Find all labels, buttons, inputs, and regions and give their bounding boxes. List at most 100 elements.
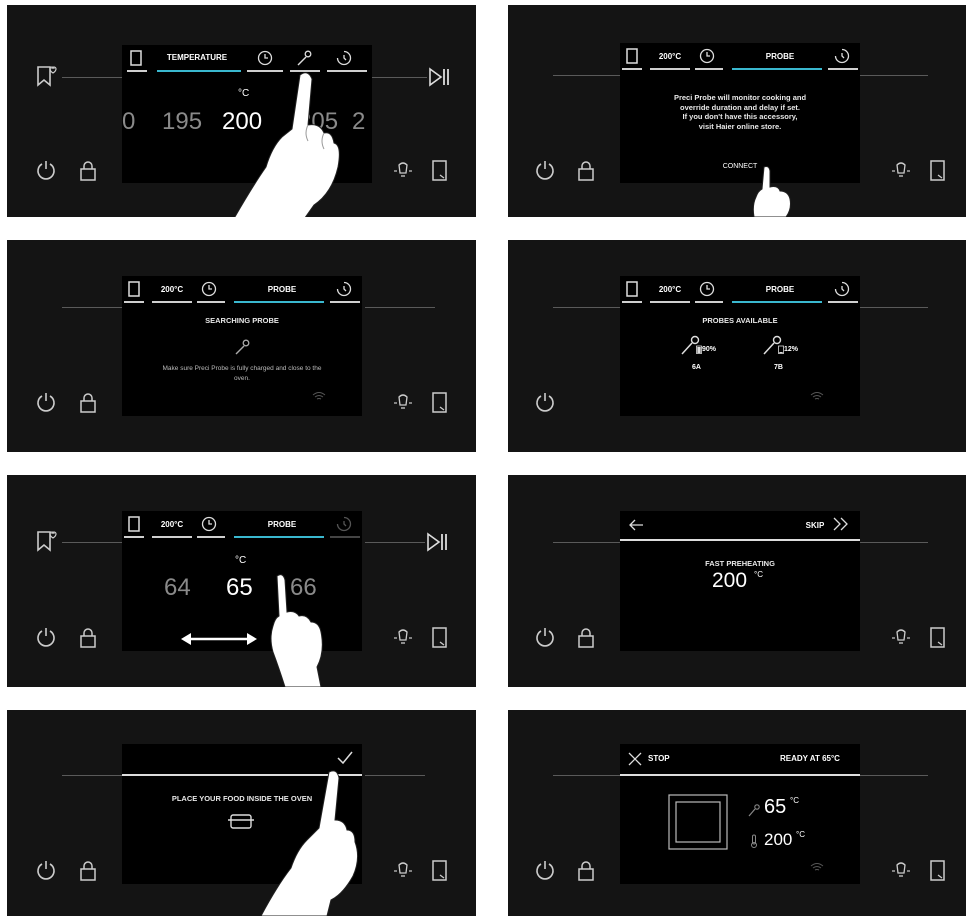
tab-underline-active <box>732 301 822 303</box>
lamp-icon[interactable] <box>393 628 413 648</box>
clock-icon[interactable] <box>257 50 273 66</box>
lamp-icon[interactable] <box>891 161 911 181</box>
unit-label: °C <box>754 570 763 579</box>
tab-probe[interactable]: PROBE <box>740 52 820 61</box>
door-icon[interactable] <box>929 160 947 182</box>
tab-underline <box>695 68 723 70</box>
thermometer-icon <box>750 834 758 848</box>
lamp-icon[interactable] <box>891 861 911 881</box>
door-icon[interactable] <box>431 160 449 182</box>
door-icon[interactable] <box>431 392 449 414</box>
probe-temp-option[interactable]: 64 <box>164 574 191 602</box>
power-icon[interactable] <box>535 627 555 647</box>
lock-icon[interactable] <box>79 161 97 181</box>
oven-icon[interactable] <box>626 48 638 64</box>
tab-probe[interactable]: PROBE <box>242 285 322 294</box>
lamp-icon[interactable] <box>891 628 911 648</box>
check-icon[interactable] <box>336 750 354 766</box>
power-icon[interactable] <box>36 392 56 412</box>
probes-title: PROBES AVAILABLE <box>702 316 778 325</box>
panel-probe-target: 200°C PROBE °C 64 65 66 <box>7 475 476 687</box>
skip-icon[interactable] <box>832 517 850 531</box>
wifi-icon <box>810 862 824 872</box>
clock-icon[interactable] <box>201 516 217 532</box>
wifi-icon <box>810 391 824 401</box>
door-icon[interactable] <box>431 860 449 882</box>
divider-line <box>858 542 928 543</box>
oven-icon[interactable] <box>128 281 140 297</box>
lamp-icon[interactable] <box>393 161 413 181</box>
divider-line <box>365 775 425 776</box>
bookmark-heart-icon[interactable] <box>35 530 57 552</box>
lock-icon[interactable] <box>79 628 97 648</box>
close-icon[interactable] <box>628 752 642 766</box>
lamp-icon[interactable] <box>393 861 413 881</box>
tab-temperature[interactable]: 200°C <box>152 285 192 294</box>
lock-icon[interactable] <box>577 161 595 181</box>
power-icon[interactable] <box>36 860 56 880</box>
lock-icon[interactable] <box>79 861 97 881</box>
lock-icon[interactable] <box>79 393 97 413</box>
panel-probe-connect: 200°C PROBE Preci Probe will monitor coo… <box>508 5 966 217</box>
temp-option[interactable]: 2 <box>352 108 365 136</box>
temp-option[interactable]: 0 <box>122 108 135 136</box>
preheat-title: FAST PREHEATING <box>705 559 775 568</box>
temp-option[interactable]: 195 <box>162 108 202 136</box>
power-icon[interactable] <box>535 860 555 880</box>
play-pause-icon[interactable] <box>425 530 449 554</box>
tab-temperature[interactable]: 200°C <box>152 520 192 529</box>
oven-icon[interactable] <box>128 516 140 532</box>
tab-temperature[interactable]: 200°C <box>650 285 690 294</box>
timer-icon[interactable] <box>834 48 850 64</box>
clock-icon[interactable] <box>201 281 217 297</box>
oven-temp: 200 <box>764 830 793 849</box>
pointing-hand <box>260 770 359 916</box>
timer-icon[interactable] <box>336 516 352 532</box>
timer-icon[interactable] <box>336 50 352 66</box>
clock-icon[interactable] <box>699 48 715 64</box>
probe-option[interactable]: 90% 6A <box>678 332 728 380</box>
door-icon[interactable] <box>929 627 947 649</box>
lock-icon[interactable] <box>577 861 595 881</box>
divider-line <box>365 307 435 308</box>
tab-temperature[interactable]: 200°C <box>650 52 690 61</box>
probe-id: 6A <box>692 364 701 371</box>
divider-line <box>553 542 625 543</box>
probe-icon[interactable] <box>296 49 312 67</box>
display-screen: 200°C PROBE SEARCHING PROBE Make sure Pr… <box>122 276 362 416</box>
play-pause-icon[interactable] <box>427 65 451 89</box>
divider-line <box>553 75 625 76</box>
tab-underline <box>152 301 192 303</box>
divider-line <box>553 775 625 776</box>
tab-underline <box>650 301 690 303</box>
stop-button[interactable]: STOP <box>648 754 670 763</box>
preheat-temp: 200 <box>712 569 748 592</box>
lamp-icon[interactable] <box>393 393 413 413</box>
power-icon[interactable] <box>535 392 555 412</box>
panel-cooking-status: STOP READY AT 65°C 65 °C 200 °C <box>508 710 966 916</box>
clock-icon[interactable] <box>699 281 715 297</box>
door-icon[interactable] <box>431 627 449 649</box>
lock-icon[interactable] <box>577 628 595 648</box>
tab-probe[interactable]: PROBE <box>740 285 820 294</box>
power-icon[interactable] <box>535 160 555 180</box>
timer-icon[interactable] <box>834 281 850 297</box>
timer-icon[interactable] <box>336 281 352 297</box>
probe-option[interactable]: 12% 7B <box>760 332 810 380</box>
oven-icon[interactable] <box>130 50 142 66</box>
tab-temperature[interactable]: TEMPERATURE <box>157 53 237 62</box>
skip-button[interactable]: SKIP <box>800 521 830 530</box>
pointing-hand <box>270 574 323 687</box>
power-icon[interactable] <box>36 627 56 647</box>
door-icon[interactable] <box>929 860 947 882</box>
divider-line <box>553 307 625 308</box>
oven-icon[interactable] <box>626 281 638 297</box>
arrow-left-icon[interactable] <box>628 519 644 531</box>
tab-underline <box>828 301 858 303</box>
bookmark-heart-icon[interactable] <box>35 65 57 87</box>
oven-cavity-icon <box>668 794 728 850</box>
tab-probe[interactable]: PROBE <box>242 520 322 529</box>
divider-line <box>367 77 427 78</box>
probe-temp-selected[interactable]: 65 <box>226 574 253 602</box>
power-icon[interactable] <box>36 160 56 180</box>
